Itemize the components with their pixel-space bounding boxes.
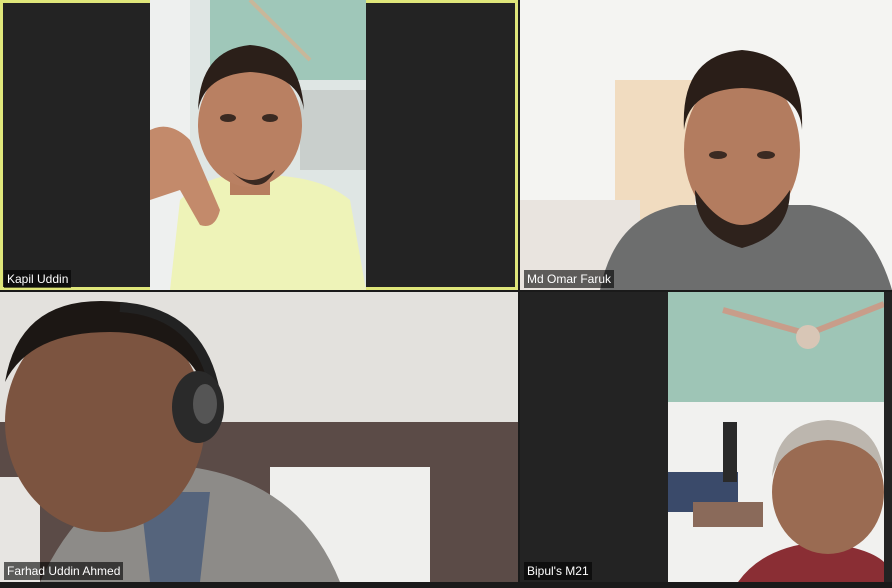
participant-tile-kapil-uddin[interactable]: Kapil Uddin	[0, 0, 518, 290]
participant-video	[668, 292, 884, 582]
participant-name-label: Farhad Uddin Ahmed	[4, 562, 124, 580]
participant-video	[520, 0, 892, 290]
participant-name-label: Md Omar Faruk	[524, 270, 615, 288]
participant-tile-bipuls-m21[interactable]: Bipul's M21	[520, 292, 892, 582]
participant-video	[150, 0, 366, 290]
participant-tile-md-omar-faruk[interactable]: Md Omar Faruk	[520, 0, 892, 290]
participant-tile-farhad-uddin-ahmed[interactable]: Farhad Uddin Ahmed	[0, 292, 518, 582]
participant-name-label: Bipul's M21	[524, 562, 592, 580]
participant-video	[0, 292, 518, 582]
participant-name-label: Kapil Uddin	[4, 270, 72, 288]
